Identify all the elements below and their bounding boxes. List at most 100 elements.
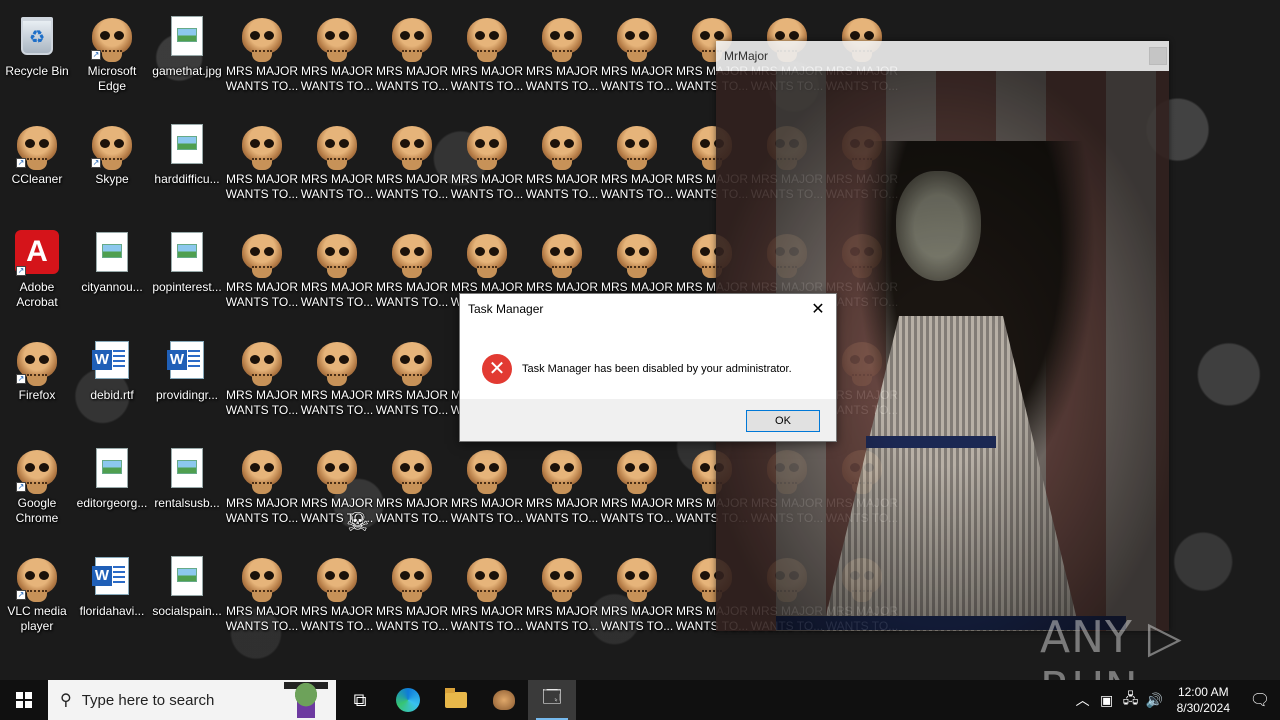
mrs-major-skull-icon[interactable]: MRS MAJOR WANTS TO...: [600, 546, 674, 646]
desktop-icon-label: Google Chrome: [15, 496, 59, 525]
skull-icon: [465, 552, 509, 602]
desktop-icon-label: MRS MAJOR WANTS TO...: [375, 388, 449, 417]
desktop-icon[interactable]: ↗ Google Chrome: [0, 438, 74, 538]
ccleaner-icon: ↗: [15, 120, 59, 170]
mrs-major-skull-icon[interactable]: MRS MAJOR WANTS TO...: [450, 438, 524, 538]
desktop-icon-label: MRS MAJOR WANTS TO...: [300, 388, 374, 417]
mrs-major-skull-icon[interactable]: MRS MAJOR WANTS TO...: [225, 438, 299, 538]
mrs-major-skull-icon[interactable]: MRS MAJOR WANTS TO...: [525, 438, 599, 538]
mrs-major-skull-icon[interactable]: MRS MAJOR WANTS TO...: [600, 6, 674, 106]
mrs-major-skull-icon[interactable]: MRS MAJOR WANTS TO...: [225, 546, 299, 646]
taskbar-search-box[interactable]: ⚲ Type here to search: [48, 680, 336, 720]
desktop-icon-label: Firefox: [18, 388, 56, 402]
task-manager-dialog[interactable]: Task Manager ✕ ✕ Task Manager has been d…: [459, 293, 837, 442]
mrs-major-skull-icon[interactable]: MRS MAJOR WANTS TO...: [525, 6, 599, 106]
skull-icon: [615, 444, 659, 494]
mrs-major-skull-icon[interactable]: MRS MAJOR WANTS TO...: [525, 546, 599, 646]
volume-icon[interactable]: 🔊: [1143, 692, 1167, 709]
skull-icon: [465, 444, 509, 494]
desktop-icon[interactable]: ↗ VLC media player: [0, 546, 74, 646]
desktop-icon[interactable]: Wfloridahavi...: [75, 546, 149, 646]
chevron-up-icon[interactable]: ︿: [1071, 690, 1095, 710]
mrs-major-skull-icon[interactable]: MRS MAJOR WANTS TO...: [450, 6, 524, 106]
desktop-icon-label: CCleaner: [11, 172, 63, 186]
desktop-icon-label: rentalsusb...: [154, 496, 220, 510]
skull-icon: [540, 444, 584, 494]
desktop-icon-label: gamethat.jpg: [152, 64, 222, 78]
mrs-major-skull-icon[interactable]: MRS MAJOR WANTS TO...: [300, 330, 374, 430]
shortcut-arrow-icon: ↗: [16, 266, 26, 276]
network-icon[interactable]: 🖧: [1119, 688, 1143, 712]
mrmajor-titlebar[interactable]: MrMajor: [716, 41, 1169, 71]
skull-icon: [390, 228, 434, 278]
mrs-major-skull-icon[interactable]: MRS MAJOR WANTS TO...: [600, 438, 674, 538]
system-tray: ︿ ▣ 🖧 🔊 12:00 AM 8/30/2024 🗨: [1071, 680, 1280, 720]
desktop-icon[interactable]: editorgeorg...: [75, 438, 149, 538]
skull-icon: [240, 120, 284, 170]
device-icon[interactable]: ▣: [1095, 692, 1119, 709]
folder-icon: [445, 688, 467, 708]
shortcut-arrow-icon: ↗: [91, 50, 101, 60]
mrs-major-skull-icon[interactable]: MRS MAJOR WANTS TO...: [375, 6, 449, 106]
skull-icon: [465, 12, 509, 62]
desktop-icon[interactable]: ↗ CCleaner: [0, 114, 74, 214]
window-app-icon: 🗔: [542, 687, 562, 707]
desktop-icon[interactable]: rentalsusb...: [150, 438, 224, 538]
desktop-icon[interactable]: ↗ Firefox: [0, 330, 74, 430]
dialog-footer: OK: [460, 399, 836, 441]
desktop-icon[interactable]: Wprovidingr...: [150, 330, 224, 430]
taskbar-file-explorer-button[interactable]: [432, 680, 480, 720]
mrs-major-skull-icon[interactable]: MRS MAJOR WANTS TO...: [375, 222, 449, 322]
desktop-icon-label: MRS MAJOR WANTS TO...: [450, 172, 524, 201]
desktop-icon[interactable]: ↗ Microsoft Edge: [75, 6, 149, 106]
mrs-major-skull-icon[interactable]: MRS MAJOR WANTS TO...: [225, 330, 299, 430]
mrs-major-skull-icon[interactable]: MRS MAJOR WANTS TO...: [300, 546, 374, 646]
desktop-icon[interactable]: cityannou...: [75, 222, 149, 322]
skull-icon: [240, 336, 284, 386]
clock[interactable]: 12:00 AM 8/30/2024: [1177, 684, 1230, 716]
desktop-icon[interactable]: socialspain...: [150, 546, 224, 646]
taskbar-skull-app-button[interactable]: [480, 680, 528, 720]
desktop-icon-label: Skype: [95, 172, 129, 186]
dialog-close-button[interactable]: ✕: [808, 299, 828, 319]
desktop-icon[interactable]: gamethat.jpg: [150, 6, 224, 106]
desktop-icon[interactable]: Recycle Bin: [0, 6, 74, 106]
notifications-icon[interactable]: 🗨: [1240, 690, 1280, 710]
mrs-major-skull-icon[interactable]: MRS MAJOR WANTS TO...: [300, 114, 374, 214]
mrs-major-skull-icon[interactable]: MRS MAJOR WANTS TO...: [225, 222, 299, 322]
mrs-major-skull-icon[interactable]: MRS MAJOR WANTS TO...: [300, 6, 374, 106]
mrs-major-skull-icon[interactable]: MRS MAJOR WANTS TO...: [600, 114, 674, 214]
mrs-major-skull-icon[interactable]: MRS MAJOR WANTS TO...: [375, 114, 449, 214]
shortcut-arrow-icon: ↗: [91, 158, 101, 168]
mrs-major-skull-icon[interactable]: MRS MAJOR WANTS TO...: [375, 330, 449, 430]
mrmajor-close-button[interactable]: [1149, 47, 1167, 65]
desktop-icon-label: MRS MAJOR WANTS TO...: [600, 496, 674, 525]
desktop-icon[interactable]: A ↗ Adobe Acrobat: [0, 222, 74, 322]
desktop-icon-label: Recycle Bin: [5, 64, 69, 78]
mrs-major-skull-icon[interactable]: MRS MAJOR WANTS TO...: [225, 114, 299, 214]
desktop-icon-label: MRS MAJOR WANTS TO...: [375, 604, 449, 633]
desktop-icon[interactable]: ↗ Skype: [75, 114, 149, 214]
desktop-icon-label: Microsoft Edge: [87, 64, 137, 93]
start-button[interactable]: [0, 680, 48, 720]
desktop-icon[interactable]: harddifficu...: [150, 114, 224, 214]
mrs-major-skull-icon[interactable]: MRS MAJOR WANTS TO...: [375, 438, 449, 538]
mrs-major-skull-icon[interactable]: MRS MAJOR WANTS TO...: [450, 114, 524, 214]
image-file-icon: [165, 120, 209, 168]
desktop-icon-label: MRS MAJOR WANTS TO...: [450, 496, 524, 525]
mrs-major-skull-icon[interactable]: MRS MAJOR WANTS TO...: [375, 546, 449, 646]
skull-icon: [315, 444, 359, 494]
mrs-major-skull-icon[interactable]: MRS MAJOR WANTS TO...: [450, 546, 524, 646]
skull-icon: [465, 120, 509, 170]
taskbar-mrmajor-button[interactable]: 🗔: [528, 680, 576, 720]
mrs-major-skull-icon[interactable]: MRS MAJOR WANTS TO...: [300, 222, 374, 322]
task-view-button[interactable]: ⧉: [336, 680, 384, 720]
desktop-icon[interactable]: popinterest...: [150, 222, 224, 322]
skull-icon: [315, 120, 359, 170]
mrs-major-skull-icon[interactable]: MRS MAJOR WANTS TO...: [225, 6, 299, 106]
ok-button[interactable]: OK: [746, 410, 820, 432]
desktop-icon[interactable]: Wdebid.rtf: [75, 330, 149, 430]
skull-icon: [315, 552, 359, 602]
mrs-major-skull-icon[interactable]: MRS MAJOR WANTS TO...: [525, 114, 599, 214]
taskbar-edge-button[interactable]: [384, 680, 432, 720]
